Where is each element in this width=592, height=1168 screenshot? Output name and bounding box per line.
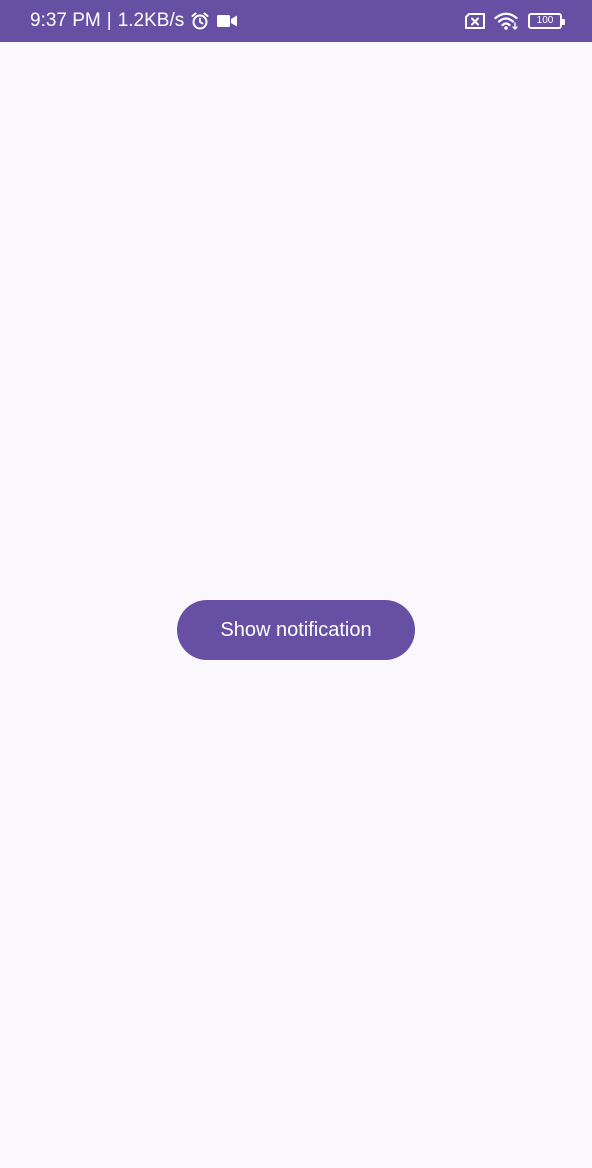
status-separator: | <box>106 10 112 31</box>
battery-level: 100 <box>536 15 554 26</box>
status-net-speed: 1.2KB/s <box>117 10 185 31</box>
battery-icon: 100 <box>528 13 565 29</box>
status-right-group: 100 <box>464 11 565 31</box>
status-time: 9:37 PM <box>30 10 101 31</box>
status-bar: 9:37 PM | 1.2KB/s 100 <box>0 0 592 42</box>
video-camera-icon <box>216 13 238 29</box>
sim-missing-icon <box>464 12 486 30</box>
status-left-group: 9:37 PM | 1.2KB/s <box>30 10 238 32</box>
show-notification-button[interactable]: Show notification <box>177 600 415 660</box>
alarm-icon <box>190 11 210 31</box>
wifi-icon <box>494 11 520 31</box>
